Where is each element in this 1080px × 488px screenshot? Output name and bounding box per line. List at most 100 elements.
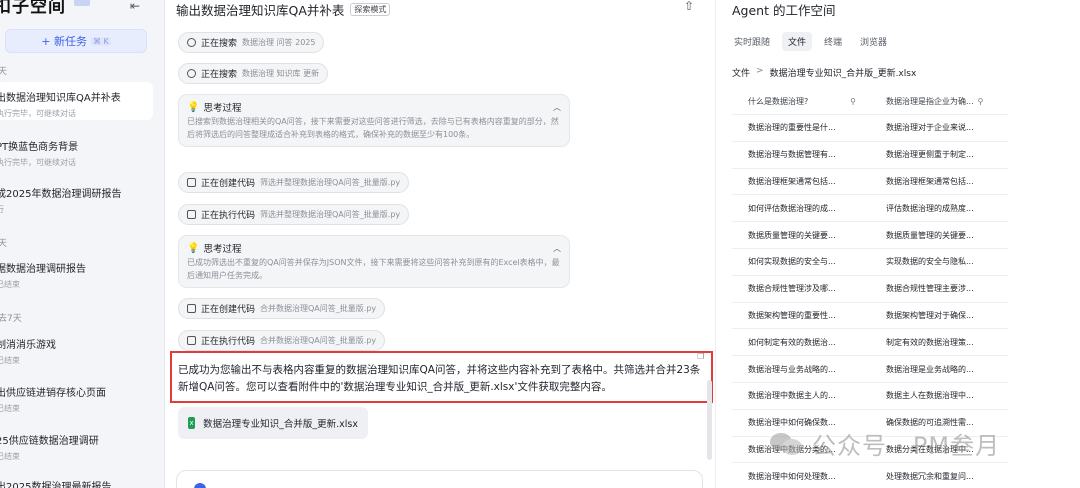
step-pill[interactable]: 正在创建代码 合并数据治理QA问答_批量版.py — [178, 298, 386, 319]
table-row[interactable]: 如何实现数据的安全与... 实现数据的安全与隐私... — [732, 249, 1008, 276]
thinking-block: 💡 思考过程 ︿ 已搜索到数据治理相关的QA问答，接下来需要对这些问答进行筛选，… — [178, 94, 570, 147]
table-cell[interactable]: 数据治理与业务战略的... — [732, 364, 870, 375]
column-header-label: 数据治理是指企业为确... — [886, 96, 974, 106]
sidebar-task-item[interactable]: 出2025数据治理最新报告 — [0, 478, 153, 488]
search-icon — [187, 38, 196, 47]
filter-icon[interactable]: ⚲ — [850, 97, 856, 106]
avatar — [194, 483, 206, 488]
app-root: 扣子空间 ⇤ + 新任务 ⌘ K 天 出数据治理知识库QA并补表 执行完毕，可继… — [0, 0, 1080, 488]
sidebar: 扣子空间 ⇤ + 新任务 ⌘ K 天 出数据治理知识库QA并补表 执行完毕，可继… — [0, 0, 165, 488]
step-status: 正在创建代码 — [201, 305, 256, 315]
task-status: 已结束 — [0, 356, 20, 365]
table-cell[interactable]: 数据架构管理的重要性... — [732, 310, 870, 321]
collapse-sidebar-icon[interactable]: ⇤ — [130, 0, 140, 13]
step-pill[interactable]: 正在搜索 数据治理 问答 2025 — [178, 32, 325, 53]
copy-icon[interactable]: ❐ — [697, 352, 704, 361]
workspace-title: Agent 的工作空间 — [732, 3, 836, 18]
chevron-up-icon[interactable]: ︿ — [553, 102, 561, 113]
sidebar-task-item[interactable]: 成2025年数据治理调研报告 行 — [0, 185, 153, 215]
new-task-button[interactable]: + 新任务 ⌘ K — [5, 29, 147, 53]
task-status: 已结束 — [0, 404, 20, 413]
step-detail: 筛选并整理数据治理QA问答_批量版.py — [260, 178, 401, 187]
lightbulb-icon: 💡 — [187, 101, 200, 113]
thinking-header[interactable]: 💡 思考过程 ︿ — [187, 100, 561, 115]
step-pill[interactable]: 正在搜索 数据治理 知识库 更新 — [178, 63, 329, 84]
table-cell[interactable]: 数据合规性管理主要涉... — [870, 283, 1008, 294]
app-logo: 扣子空间 — [0, 0, 66, 17]
sidebar-task-item[interactable]: PT换蓝色商务背景 执行完毕，可继续对话 — [0, 138, 153, 168]
scrollbar[interactable] — [707, 380, 712, 460]
table-row[interactable]: 数据治理中数据主人的... 数据主人在数据治理中... — [732, 383, 1008, 410]
sidebar-task-item[interactable]: 出数据治理知识库QA并补表 执行完毕，可继续对话 — [0, 82, 153, 120]
tab-terminal[interactable]: 终端 — [818, 32, 848, 51]
table-cell[interactable]: 处理数据冗余和重复问... — [870, 471, 1008, 482]
table-header-row: 什么是数据治理? ⚲ 数据治理是指企业为确... ⚲ — [732, 88, 1008, 115]
agent-workspace: Agent 的工作空间 实时跟随 文件 终端 浏览器 文件 > 数据治理专业知识… — [715, 0, 1080, 488]
task-title: PT换蓝色商务背景 — [0, 142, 79, 153]
table-cell[interactable]: 如何实现数据的安全与... — [732, 256, 870, 267]
chat-input[interactable] — [176, 470, 703, 488]
terminal-icon — [187, 210, 196, 219]
table-row[interactable]: 数据质量管理的关键要... 数据质量管理的关键要... — [732, 222, 1008, 249]
attachment-file-name: 数据治理专业知识_合并版_更新.xlsx — [203, 419, 358, 430]
table-row[interactable]: 数据架构管理的重要性... 数据架构管理对于确保... — [732, 303, 1008, 330]
table-row[interactable]: 数据治理与数据管理有... 数据治理更侧重于制定... — [732, 142, 1008, 169]
thinking-header[interactable]: 💡 思考过程 ︿ — [187, 241, 561, 256]
table-cell[interactable]: 数据质量管理的关键要... — [732, 230, 870, 241]
table-cell[interactable]: 数据治理的重要性是什... — [732, 122, 870, 133]
share-icon[interactable]: ⇧ — [684, 0, 694, 13]
attachment-file[interactable]: x 数据治理专业知识_合并版_更新.xlsx — [178, 407, 368, 439]
column-header[interactable]: 什么是数据治理? ⚲ — [732, 96, 870, 107]
table-cell[interactable]: 数据治理框架通常包括... — [732, 176, 870, 187]
table-cell[interactable]: 数据治理更侧重于制定... — [870, 149, 1008, 160]
table-cell[interactable]: 数据治理中数据主人的... — [732, 390, 870, 401]
step-detail: 合并数据治理QA问答_批量版.py — [260, 336, 377, 345]
table-cell[interactable]: 数据质量管理的关键要... — [870, 230, 1008, 241]
tab-files[interactable]: 文件 — [782, 32, 813, 51]
table-cell[interactable]: 数据治理中如何处理数... — [732, 471, 870, 482]
thinking-block: 💡 思考过程 ︿ 已成功筛选出不重复的QA问答并保存为JSON文件，接下来需要将… — [178, 235, 570, 288]
tab-live-follow[interactable]: 实时跟随 — [728, 32, 776, 51]
table-cell[interactable]: 数据治理框架通常包括... — [870, 176, 1008, 187]
breadcrumb-root[interactable]: 文件 — [732, 66, 750, 79]
table-cell[interactable]: 数据治理与数据管理有... — [732, 149, 870, 160]
table-cell[interactable]: 数据架构管理对于确保... — [870, 310, 1008, 321]
thinking-body: 已搜索到数据治理相关的QA问答，接下来需要对这些问答进行筛选，去除与已有表格内容… — [187, 117, 559, 139]
column-header[interactable]: 数据治理是指企业为确... ⚲ — [870, 96, 1008, 107]
step-pill[interactable]: 正在创建代码 筛选并整理数据治理QA问答_批量版.py — [178, 172, 410, 193]
table-row[interactable]: 数据治理与业务战略的... 数据治理是业务战略的... — [732, 356, 1008, 383]
sidebar-task-item[interactable]: 出供应链进销存核心页面 已结束 — [0, 384, 153, 414]
table-cell[interactable]: 数据合规性管理涉及哪... — [732, 283, 870, 294]
table-cell[interactable]: 实现数据的安全与隐私... — [870, 256, 1008, 267]
table-row[interactable]: 如何制定有效的数据治... 制定有效的数据治理策... — [732, 329, 1008, 357]
table-row[interactable]: 数据治理的重要性是什... 数据治理对于企业来说... — [732, 115, 1008, 142]
sidebar-task-item[interactable]: 25供应链数据治理调研 已结束 — [0, 432, 153, 462]
table-cell[interactable]: 数据治理对于企业来说... — [870, 122, 1008, 133]
table-cell[interactable]: 如何制定有效的数据治... — [732, 337, 870, 348]
sidebar-task-item[interactable]: 据数据治理调研报告 已结束 — [0, 260, 153, 290]
table-cell[interactable]: 评估数据治理的成熟度... — [870, 203, 1008, 214]
table-cell[interactable]: 数据治理是业务战略的... — [870, 364, 1008, 375]
sidebar-task-item[interactable]: 制消消乐游戏 已结束 — [0, 336, 153, 366]
table-cell[interactable]: 制定有效的数据治理策... — [870, 337, 1008, 348]
thinking-body: 已成功筛选出不重复的QA问答并保存为JSON文件，接下来需要将这些问答补充到原有… — [187, 258, 560, 280]
table-row[interactable]: 数据治理框架通常包括... 数据治理框架通常包括... — [732, 169, 1008, 196]
group-label-past-7-days: 去7天 — [0, 314, 22, 324]
task-title: 出供应链进销存核心页面 — [0, 388, 106, 399]
workspace-tabs: 实时跟随 文件 终端 浏览器 — [728, 32, 893, 51]
step-pill[interactable]: 正在执行代码 筛选并整理数据治理QA问答_批量版.py — [178, 204, 410, 225]
lightbulb-icon: 💡 — [187, 242, 200, 254]
table-row[interactable]: 数据合规性管理涉及哪... 数据合规性管理主要涉... — [732, 276, 1008, 303]
chat-title: 输出数据治理知识库QA并补表 — [176, 3, 345, 18]
step-pill[interactable]: 正在执行代码 合并数据治理QA问答_批量版.py — [178, 330, 386, 351]
search-icon — [187, 69, 196, 78]
table-cell[interactable]: 数据主人在数据治理中... — [870, 390, 1008, 401]
table-cell[interactable]: 如何评估数据治理的成... — [732, 203, 870, 214]
tab-browser[interactable]: 浏览器 — [854, 32, 893, 51]
chevron-up-icon[interactable]: ︿ — [553, 243, 561, 254]
table-row[interactable]: 如何评估数据治理的成... 评估数据治理的成熟度... — [732, 195, 1008, 223]
table-row[interactable]: 数据治理中如何处理数... 处理数据冗余和重复问... — [732, 463, 1008, 488]
task-title: 成2025年数据治理调研报告 — [0, 189, 122, 200]
filter-icon[interactable]: ⚲ — [978, 97, 984, 106]
group-label-yesterday: 天 — [0, 236, 7, 249]
